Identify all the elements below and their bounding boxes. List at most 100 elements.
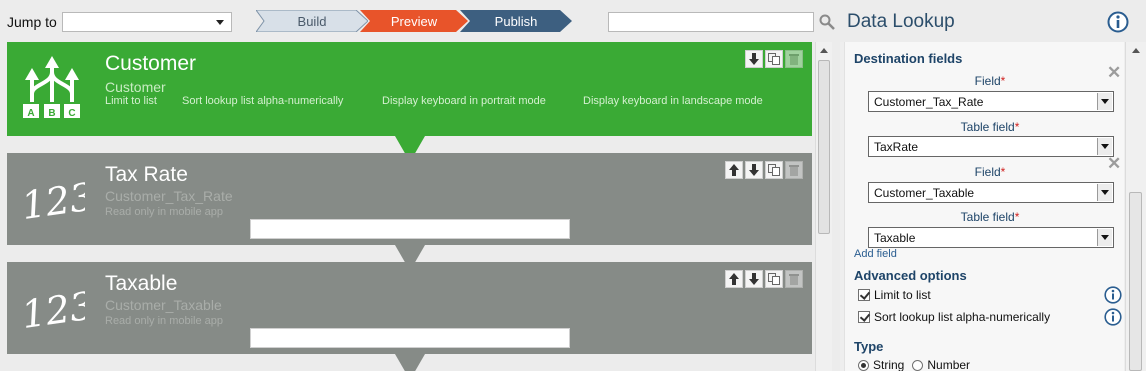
trash-icon bbox=[789, 274, 799, 285]
limit-to-list-checkbox[interactable] bbox=[858, 289, 870, 301]
scroll-up-icon[interactable] bbox=[1132, 48, 1140, 53]
move-down-button[interactable] bbox=[745, 161, 763, 179]
fields-scrollbar[interactable] bbox=[815, 42, 832, 371]
table-field-select-value: TaxRate bbox=[874, 140, 919, 154]
number-icon-text: 123 bbox=[19, 283, 85, 337]
type-options: String Number bbox=[858, 358, 970, 371]
field-card-taxable[interactable]: 123 Taxable Customer_Taxable Read only i… bbox=[7, 262, 812, 354]
icon-letter-a: A bbox=[27, 108, 34, 119]
move-down-button[interactable] bbox=[745, 50, 763, 68]
sort-alpha-checkbox[interactable] bbox=[858, 311, 870, 323]
info-icon[interactable] bbox=[1104, 308, 1122, 326]
panel-scrollbar[interactable] bbox=[1125, 42, 1146, 371]
panel-title: Data Lookup bbox=[847, 11, 955, 32]
chevron-down-icon[interactable] bbox=[1097, 138, 1112, 155]
type-number-radio[interactable] bbox=[912, 359, 924, 371]
field-label-text: Field bbox=[974, 74, 1001, 88]
duplicate-button[interactable] bbox=[765, 270, 783, 288]
field-select[interactable]: Customer_Tax_Rate bbox=[868, 91, 1114, 112]
arrow-down-icon bbox=[749, 273, 759, 285]
copy-icon bbox=[768, 53, 780, 65]
move-up-button[interactable] bbox=[725, 270, 743, 288]
table-field-select[interactable]: Taxable bbox=[868, 227, 1114, 248]
duplicate-button[interactable] bbox=[765, 50, 783, 68]
field-label-text: Field bbox=[974, 165, 1001, 179]
type-string-radio[interactable] bbox=[858, 359, 869, 371]
step-build[interactable]: Build bbox=[256, 10, 368, 32]
required-mark: * bbox=[1000, 165, 1006, 179]
field-select-value: Customer_Tax_Rate bbox=[874, 95, 984, 109]
chevron-down-icon[interactable] bbox=[1097, 229, 1112, 246]
field-card-customer[interactable]: A B C Customer Customer Limit to list So… bbox=[7, 42, 812, 136]
card-tools bbox=[725, 161, 803, 179]
field-select[interactable]: Customer_Taxable bbox=[868, 182, 1114, 203]
card-title: Taxable bbox=[105, 272, 178, 295]
card-subtitle: Customer_Tax_Rate bbox=[105, 188, 233, 204]
field-select-value: Customer_Taxable bbox=[874, 186, 975, 200]
top-toolbar: Jump to Build Preview Publish bbox=[0, 0, 840, 42]
card-tools bbox=[745, 50, 803, 68]
delete-button[interactable] bbox=[785, 270, 803, 288]
delete-button[interactable] bbox=[785, 50, 803, 68]
card-meta: Read only in mobile app bbox=[105, 315, 224, 327]
search-input[interactable] bbox=[608, 12, 814, 32]
arrow-up-icon bbox=[729, 164, 739, 176]
scroll-up-icon[interactable] bbox=[820, 48, 828, 53]
tax-rate-input[interactable] bbox=[250, 219, 570, 239]
table-field-label: Table field* bbox=[865, 210, 1115, 224]
lookup-abc-icon: A B C bbox=[23, 56, 80, 119]
app-root: Jump to Build Preview Publish A B C Cust… bbox=[0, 0, 1146, 371]
sort-alpha-label: Sort lookup list alpha-numerically bbox=[874, 310, 1051, 324]
scroll-thumb[interactable] bbox=[1129, 192, 1142, 371]
duplicate-button[interactable] bbox=[765, 161, 783, 179]
card-subtitle: Customer bbox=[105, 79, 166, 95]
scroll-thumb[interactable] bbox=[818, 60, 830, 234]
chevron-down-icon[interactable] bbox=[1097, 93, 1112, 110]
move-up-button[interactable] bbox=[725, 161, 743, 179]
delete-button[interactable] bbox=[785, 161, 803, 179]
table-field-label-text: Table field bbox=[960, 210, 1015, 224]
move-down-button[interactable] bbox=[745, 270, 763, 288]
table-field-select[interactable]: TaxRate bbox=[868, 136, 1114, 157]
sort-alpha-option[interactable]: Sort lookup list alpha-numerically bbox=[858, 310, 1050, 324]
step-publish-label: Publish bbox=[494, 13, 538, 29]
info-icon[interactable] bbox=[1104, 286, 1122, 304]
table-field-select-value: Taxable bbox=[874, 231, 916, 245]
step-preview[interactable]: Preview bbox=[360, 10, 468, 32]
trash-icon bbox=[789, 54, 799, 65]
field-card-tax-rate[interactable]: 123 Tax Rate Customer_Tax_Rate Read only… bbox=[7, 153, 812, 245]
panel-body: Destination fields ✕ Field* Customer_Tax… bbox=[844, 42, 1124, 371]
chevron-down-icon[interactable] bbox=[1097, 184, 1112, 201]
card-title: Customer bbox=[105, 52, 197, 75]
destination-fields-title: Destination fields bbox=[854, 51, 963, 66]
chevron-down-icon bbox=[216, 20, 224, 25]
card-meta: Read only in mobile app bbox=[105, 206, 224, 218]
number-icon-text: 123 bbox=[19, 174, 85, 228]
required-mark: * bbox=[1014, 210, 1020, 224]
card-subtitle: Customer_Taxable bbox=[105, 297, 222, 313]
icon-letter-b: B bbox=[48, 108, 55, 119]
limit-to-list-option[interactable]: Limit to list bbox=[858, 288, 931, 302]
copy-icon bbox=[768, 164, 780, 176]
card-option: Display keyboard in portrait mode bbox=[382, 95, 546, 107]
search-icon[interactable] bbox=[818, 13, 836, 31]
advanced-options-title: Advanced options bbox=[854, 268, 967, 283]
data-lookup-panel: Data Lookup Destination fields ✕ Field* … bbox=[840, 0, 1146, 371]
step-publish[interactable]: Publish bbox=[460, 10, 572, 32]
required-mark: * bbox=[1014, 120, 1020, 134]
table-field-label-text: Table field bbox=[960, 120, 1015, 134]
limit-to-list-label: Limit to list bbox=[874, 288, 931, 302]
card-title: Tax Rate bbox=[105, 163, 188, 186]
type-number-label: Number bbox=[927, 358, 971, 371]
number-field-icon: 123 bbox=[19, 283, 85, 337]
field-label: Field* bbox=[865, 165, 1115, 179]
form-fields-list: A B C Customer Customer Limit to list So… bbox=[0, 42, 815, 371]
workflow-steps: Build Preview Publish bbox=[256, 10, 576, 32]
table-field-label: Table field* bbox=[865, 120, 1115, 134]
add-field-link[interactable]: Add field bbox=[854, 248, 897, 260]
card-tools bbox=[725, 270, 803, 288]
info-icon[interactable] bbox=[1107, 11, 1129, 33]
card-option: Sort lookup list alpha-numerically bbox=[182, 95, 344, 107]
taxable-input[interactable] bbox=[250, 328, 570, 348]
jump-to-select[interactable] bbox=[62, 12, 232, 32]
